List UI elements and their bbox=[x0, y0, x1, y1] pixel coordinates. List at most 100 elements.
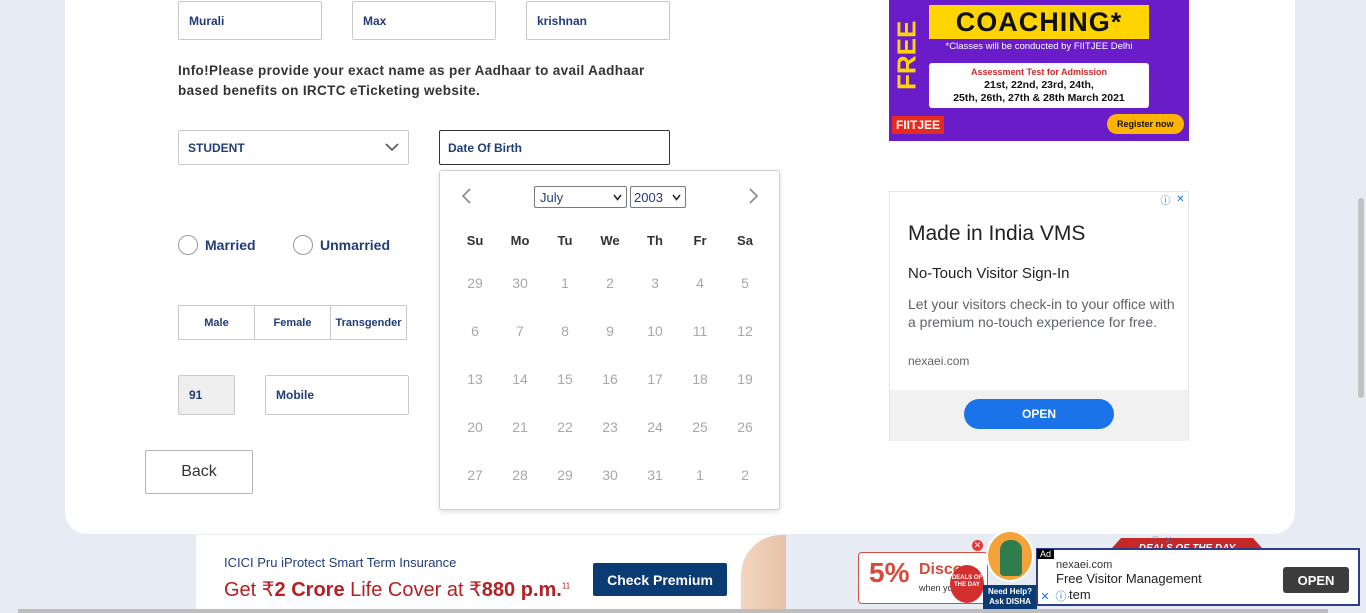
calendar-day[interactable]: 30 bbox=[590, 467, 630, 483]
calendar-day[interactable]: 9 bbox=[590, 323, 630, 339]
year-select[interactable]: 2003 bbox=[630, 186, 686, 208]
disha-avatar[interactable] bbox=[986, 530, 1034, 582]
chevron-left-icon[interactable] bbox=[460, 187, 474, 205]
calendar-day[interactable]: 25 bbox=[680, 419, 720, 435]
mobile-input[interactable]: Mobile bbox=[265, 375, 409, 415]
disha-label-line1: Need Help? bbox=[987, 587, 1032, 596]
chevron-right-icon[interactable] bbox=[746, 187, 760, 205]
calendar-day[interactable]: 15 bbox=[545, 371, 585, 387]
calendar-day[interactable]: 21 bbox=[500, 419, 540, 435]
close-icon[interactable]: ✕ bbox=[1174, 193, 1187, 206]
calendar-day[interactable]: 11 bbox=[680, 323, 720, 339]
check-premium-button[interactable]: Check Premium bbox=[593, 563, 727, 596]
calendar-day[interactable]: 10 bbox=[635, 323, 675, 339]
calendar-day[interactable]: 29 bbox=[545, 467, 585, 483]
banner-text-mid: Life Cover at ₹ bbox=[344, 579, 482, 601]
chevron-down-icon bbox=[672, 194, 681, 201]
gender-female-button[interactable]: Female bbox=[254, 305, 331, 340]
ad-choices[interactable]: ✕ ⓘ bbox=[1038, 589, 1068, 603]
close-icon[interactable]: ✕ bbox=[1038, 589, 1052, 603]
ad-tag: Ad bbox=[1037, 549, 1055, 559]
banner-people-image bbox=[741, 535, 786, 613]
ad-note: *Classes will be conducted by FIITJEE De… bbox=[945, 41, 1133, 52]
calendar-day[interactable]: 19 bbox=[725, 371, 765, 387]
calendar-day[interactable]: 8 bbox=[545, 323, 585, 339]
last-name-input[interactable]: krishnan bbox=[526, 1, 670, 40]
calendar-day[interactable]: 23 bbox=[590, 419, 630, 435]
info-icon[interactable]: ⓘ bbox=[1150, 535, 1161, 546]
vertical-scrollbar[interactable] bbox=[1358, 198, 1364, 398]
ad-dates-line1: 21st, 22nd, 23rd, 24th, bbox=[984, 79, 1094, 91]
visitor-management-ad[interactable]: Ad nexaei.com Free Visitor Management ys… bbox=[1036, 548, 1360, 606]
calendar-day[interactable]: 17 bbox=[635, 371, 675, 387]
calendar-day[interactable]: 26 bbox=[725, 419, 765, 435]
calendar-day[interactable]: 2 bbox=[590, 275, 630, 291]
ad-open-button[interactable]: OPEN bbox=[1283, 567, 1349, 593]
country-code-field: 91 bbox=[178, 375, 235, 415]
calendar-day[interactable]: 29 bbox=[455, 275, 495, 291]
calendar-day[interactable]: 31 bbox=[635, 467, 675, 483]
aadhaar-info-text: Info!Please provide your exact name as p… bbox=[178, 63, 645, 98]
back-button[interactable]: Back bbox=[145, 450, 253, 494]
ad-domain: nexaei.com bbox=[1056, 559, 1113, 571]
weekday-header: Fr bbox=[693, 233, 707, 248]
calendar-day[interactable]: 28 bbox=[500, 467, 540, 483]
gender-male-button[interactable]: Male bbox=[178, 305, 255, 340]
calendar-day[interactable]: 20 bbox=[455, 419, 495, 435]
calendar-day[interactable]: 6 bbox=[455, 323, 495, 339]
icici-banner-ad[interactable]: ICICI Pru iProtect Smart Term Insurance … bbox=[196, 535, 786, 613]
ad-free-text: FREE bbox=[889, 0, 925, 110]
ad-choices[interactable]: ⓘ ✕ bbox=[1150, 535, 1174, 546]
date-of-birth-input[interactable]: Date Of Birth bbox=[439, 130, 670, 165]
middle-name-input[interactable]: Max bbox=[352, 1, 496, 40]
calendar-day[interactable]: 24 bbox=[635, 419, 675, 435]
ad-choices[interactable]: ⓘ ✕ bbox=[1159, 193, 1187, 207]
calendar-day[interactable]: 7 bbox=[500, 323, 540, 339]
calendar-day[interactable]: 12 bbox=[725, 323, 765, 339]
close-icon[interactable]: ✕ bbox=[972, 540, 983, 551]
gender-transgender-button[interactable]: Transgender bbox=[330, 305, 407, 340]
register-now-button[interactable]: Register now bbox=[1107, 114, 1184, 134]
calendar-day[interactable]: 18 bbox=[680, 371, 720, 387]
ad-open-button[interactable]: OPEN bbox=[964, 399, 1114, 429]
calendar-day[interactable]: 2 bbox=[725, 467, 765, 483]
banner-bold-amount: 2 Crore bbox=[274, 579, 345, 601]
banner-text-pre: Get ₹ bbox=[224, 579, 275, 601]
month-value: July bbox=[540, 189, 564, 205]
calendar-day[interactable]: 3 bbox=[635, 275, 675, 291]
calendar-day[interactable]: 27 bbox=[455, 467, 495, 483]
banner-line1: ICICI Pru iProtect Smart Term Insurance bbox=[224, 555, 457, 570]
banner-sup: 11 bbox=[561, 581, 571, 591]
ad-coaching-text: COACHING* bbox=[929, 5, 1149, 39]
datepicker-popup: July 2003 Su Mo Tu We Th Fr Sa 29 30 1 2 3 4 5… bbox=[439, 170, 780, 510]
weekday-header: Tu bbox=[557, 233, 573, 248]
disha-help-widget[interactable]: Need Help? Ask DISHA bbox=[983, 530, 1037, 613]
calendar-day[interactable]: 1 bbox=[680, 467, 720, 483]
horizontal-scrollbar[interactable] bbox=[18, 609, 1328, 613]
unmarried-radio[interactable]: Unmarried bbox=[293, 235, 390, 255]
radio-circle[interactable] bbox=[293, 235, 313, 255]
calendar-day[interactable]: 5 bbox=[725, 275, 765, 291]
calendar-day[interactable]: 13 bbox=[455, 371, 495, 387]
ad-title-line1: Free Visitor Management bbox=[1056, 571, 1202, 586]
calendar-day[interactable]: 14 bbox=[500, 371, 540, 387]
occupation-select[interactable]: STUDENT bbox=[178, 130, 409, 165]
calendar-day[interactable]: 30 bbox=[500, 275, 540, 291]
ad-subtitle: No-Touch Visitor Sign-In bbox=[908, 265, 1070, 282]
calendar-day[interactable]: 22 bbox=[545, 419, 585, 435]
fiitjee-logo: FIITJEE bbox=[892, 116, 945, 134]
month-select[interactable]: July bbox=[534, 186, 627, 208]
first-name-input[interactable]: Murali bbox=[178, 1, 322, 40]
info-icon[interactable]: ⓘ bbox=[1054, 589, 1068, 603]
calendar-day[interactable]: 4 bbox=[680, 275, 720, 291]
info-icon[interactable]: ⓘ bbox=[1159, 193, 1172, 207]
ad-footer: OPEN bbox=[890, 390, 1188, 441]
radio-circle[interactable] bbox=[178, 235, 198, 255]
close-icon[interactable]: ✕ bbox=[1163, 535, 1174, 546]
calendar-day[interactable]: 16 bbox=[590, 371, 630, 387]
vms-ad[interactable]: ⓘ ✕ Made in India VMS No-Touch Visitor S… bbox=[889, 191, 1189, 441]
married-radio[interactable]: Married bbox=[178, 235, 256, 255]
fiitjee-ad[interactable]: FREE COACHING* *Classes will be conducte… bbox=[889, 0, 1189, 141]
promo-sub: when yo bbox=[919, 583, 953, 593]
calendar-day[interactable]: 1 bbox=[545, 275, 585, 291]
